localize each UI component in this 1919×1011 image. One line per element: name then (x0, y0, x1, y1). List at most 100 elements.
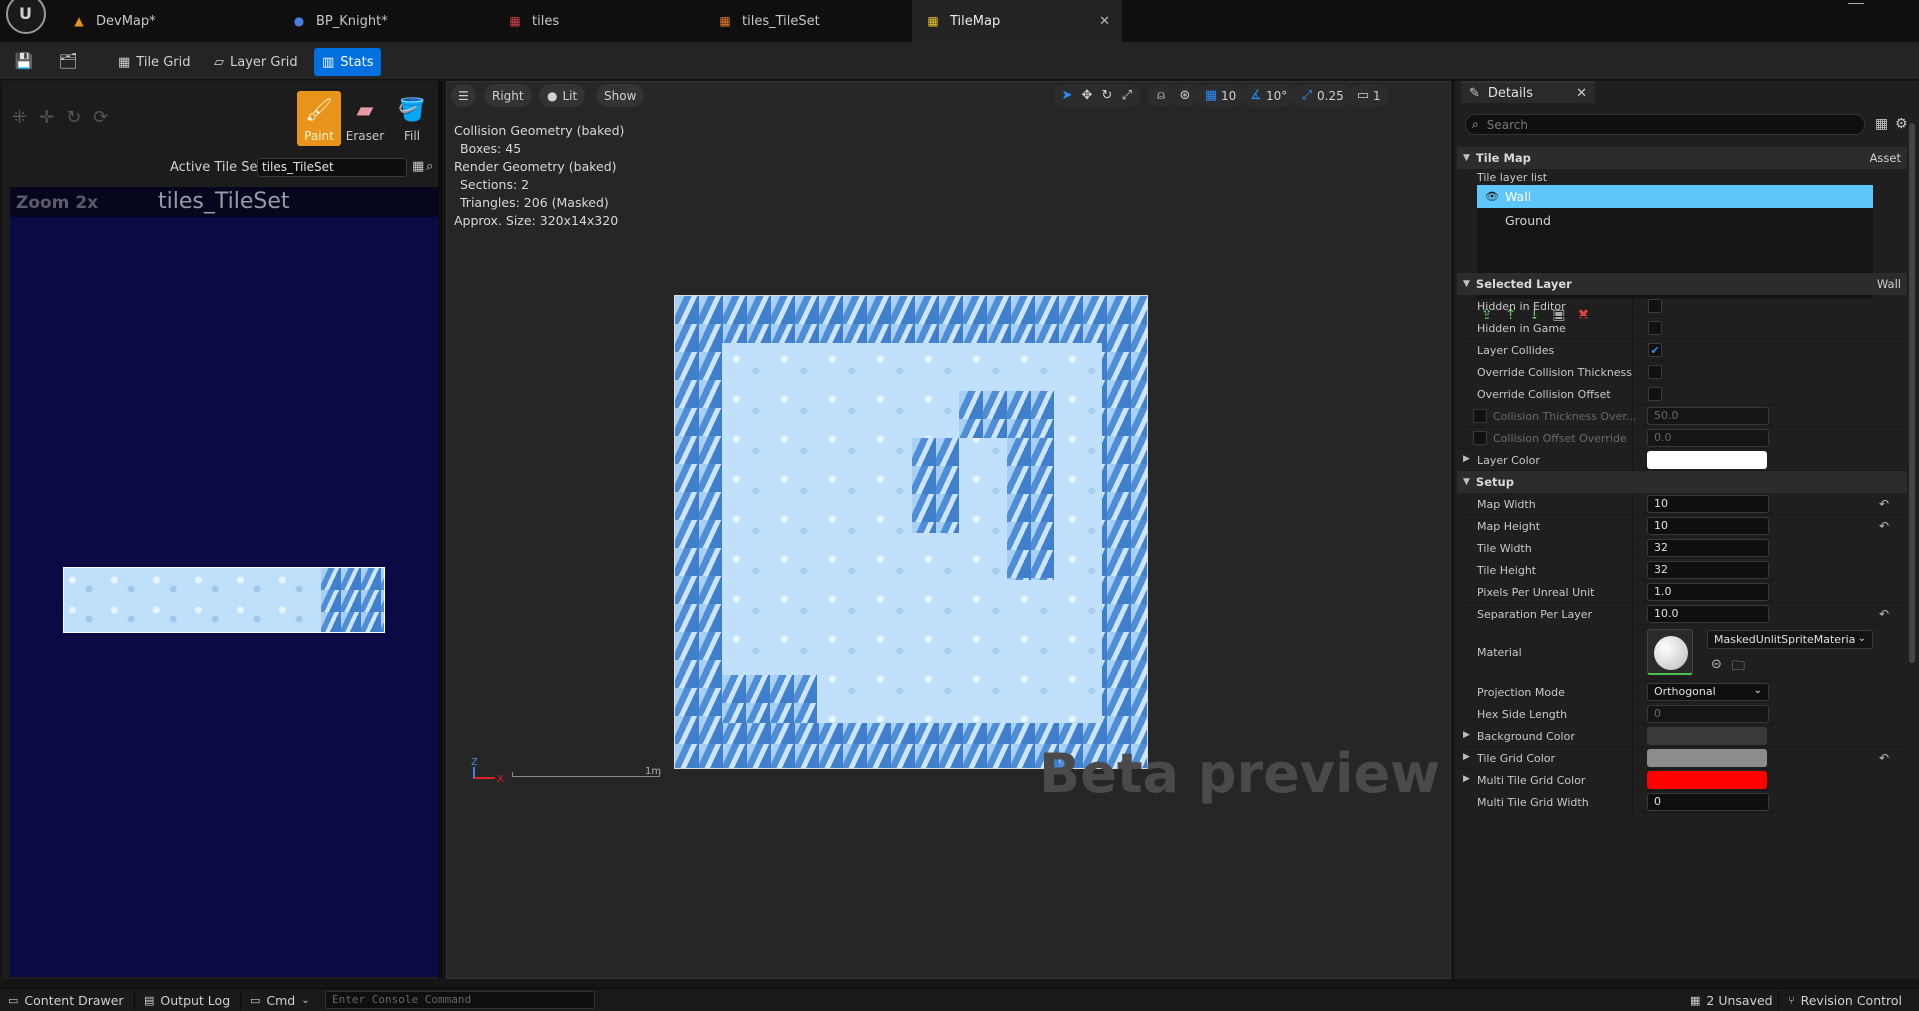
collision-offset-field[interactable]: 0.0 (1647, 429, 1769, 447)
reset-icon[interactable]: ↶ (1879, 751, 1889, 765)
reset-icon[interactable]: ↶ (1879, 519, 1889, 533)
browse-folder-icon[interactable]: 🗀 (1732, 657, 1745, 679)
revision-control-button[interactable]: ⑂ Revision Control (1788, 993, 1902, 1008)
multi-tile-grid-color-swatch[interactable] (1647, 771, 1767, 789)
floor-tile[interactable] (64, 568, 321, 632)
paint-tool-button[interactable]: 🖌 Paint (297, 91, 341, 146)
map-height-field[interactable]: 10 (1647, 517, 1769, 535)
wall-tile[interactable] (321, 568, 384, 632)
tab-bp-knight[interactable]: ● BP_Knight* (278, 0, 494, 42)
active-tile-set-field[interactable]: tiles_TileSet (257, 158, 407, 177)
layer-item-wall[interactable]: 👁 Wall (1477, 185, 1873, 208)
prop-tile-grid-color: ▶ Tile Grid Color ↶ (1457, 747, 1907, 769)
stats-button[interactable]: ▥ Stats (314, 48, 382, 76)
collision-offset-enable-checkbox[interactable] (1473, 431, 1487, 445)
expand-arrow-icon[interactable]: ▶ (1463, 752, 1470, 762)
expand-arrow-icon[interactable]: ▶ (1463, 454, 1470, 464)
background-color-swatch[interactable] (1647, 727, 1767, 745)
fill-tool-button[interactable]: 🪣 Fill (390, 91, 434, 146)
close-icon[interactable]: ✕ (1099, 14, 1110, 29)
select-icon[interactable]: ⁜ (12, 107, 27, 128)
collision-thickness-field[interactable]: 50.0 (1647, 407, 1769, 425)
selected-layer-section-header[interactable]: ▼ Selected Layer Wall (1457, 273, 1907, 295)
unsaved-button[interactable]: ▦ 2 Unsaved (1690, 993, 1773, 1008)
layer-color-swatch[interactable] (1647, 451, 1767, 469)
reset-icon[interactable]: ↶ (1879, 497, 1889, 511)
close-icon[interactable]: ✕ (1576, 86, 1587, 101)
tilemap-canvas[interactable] (674, 295, 1148, 769)
details-scrollbar[interactable] (1909, 123, 1915, 663)
eye-icon[interactable]: 👁 (1485, 190, 1499, 203)
eraser-label: Eraser (345, 129, 385, 143)
lighting-button[interactable]: ● Lit (539, 84, 586, 107)
show-button[interactable]: Show (596, 84, 645, 107)
grid-picker-icon[interactable]: ▦ (412, 159, 424, 174)
tab-tilemap[interactable]: ▦ TileMap ✕ (912, 0, 1122, 42)
output-log-button[interactable]: ▤ Output Log (144, 993, 230, 1008)
tab-tiles-tileset[interactable]: ▦ tiles_TileSet (704, 0, 914, 42)
tile-grid-color-swatch[interactable] (1647, 749, 1767, 767)
scale-snap-button[interactable]: ⤢ 0.25 (1293, 84, 1352, 107)
layer-grid-button[interactable]: ▱ Layer Grid (206, 48, 306, 76)
hidden-in-game-checkbox[interactable] (1648, 321, 1662, 335)
tileset-tiles[interactable] (63, 567, 385, 633)
gear-icon[interactable]: ⚙ (1895, 116, 1908, 132)
prop-collision-offset-override: Collision Offset Override 0.0 (1457, 427, 1907, 449)
layer-collides-checkbox[interactable]: ✔ (1648, 343, 1662, 357)
rotate-icon[interactable]: ↻ (66, 107, 81, 128)
drawer-icon: ▭ (8, 994, 19, 1007)
viewport-menu-button[interactable]: ☰ (451, 84, 476, 107)
separation-per-layer-field[interactable]: 10.0 (1647, 605, 1769, 623)
rotation-snap-button[interactable]: ∡ 10° (1242, 84, 1296, 107)
scale-icon[interactable]: ⤢ (1117, 88, 1137, 103)
multi-tile-grid-width-field[interactable]: 0 (1647, 793, 1769, 811)
grid-snap-button[interactable]: ▦ 10 (1197, 84, 1245, 107)
hidden-in-editor-checkbox[interactable] (1648, 299, 1662, 313)
tile-height-field[interactable]: 32 (1647, 561, 1769, 579)
world-local-button[interactable]: ⊛ (1171, 84, 1199, 107)
hex-side-length-field[interactable]: 0 (1647, 705, 1769, 723)
tab-tiles[interactable]: ▦ tiles (494, 0, 704, 42)
tilemap-viewport[interactable]: ☰ Right ● Lit Show ➤ ✥ ↻ ⤢ ⍝ ⊛ ▦ 10 ∡ 10… (446, 81, 1451, 979)
override-collision-thickness-checkbox[interactable] (1648, 365, 1662, 379)
map-width-field[interactable]: 10 (1647, 495, 1769, 513)
tab-devmap[interactable]: ▲ DevMap* (58, 0, 280, 42)
material-dropdown[interactable]: MaskedUnlitSpriteMateria ⌄ (1707, 630, 1873, 649)
override-collision-offset-checkbox[interactable] (1648, 387, 1662, 401)
search-icon[interactable]: ⌕ (426, 159, 433, 174)
expand-arrow-icon[interactable]: ▶ (1463, 774, 1470, 784)
cmd-dropdown[interactable]: ▭ Cmd ⌄ (250, 993, 310, 1008)
layer-item-ground[interactable]: Ground (1477, 209, 1873, 232)
view-mode-button[interactable]: Right (484, 84, 532, 107)
tab-label: TileMap (950, 13, 1001, 29)
prop-label: Map Height (1477, 520, 1541, 533)
material-thumbnail[interactable] (1647, 629, 1693, 675)
eraser-tool-button[interactable]: ▰ Eraser (343, 91, 387, 146)
use-selected-icon[interactable]: ⊝ (1711, 657, 1722, 679)
browse-asset-icon[interactable]: 🗂 (58, 51, 78, 71)
details-tab[interactable]: ✎ Details ✕ (1461, 81, 1595, 103)
content-drawer-button[interactable]: ▭ Content Drawer (8, 993, 124, 1008)
translate-icon[interactable]: ✥ (1077, 88, 1097, 103)
details-search-input[interactable]: ⌕ Search (1465, 114, 1865, 135)
minimize-icon[interactable] (1848, 0, 1864, 4)
console-command-input[interactable]: Enter Console Command (325, 991, 595, 1009)
tile-width-field[interactable]: 32 (1647, 539, 1769, 557)
tile-grid-button[interactable]: ▦ Tile Grid (110, 48, 198, 76)
move-icon[interactable]: ✛ (39, 107, 54, 128)
rotate-icon[interactable]: ↻ (1097, 88, 1117, 103)
table-view-icon[interactable]: ▦ (1875, 116, 1888, 132)
reset-icon[interactable]: ↶ (1879, 607, 1889, 621)
camera-speed-button[interactable]: ▭ 1 (1349, 84, 1389, 107)
setup-section-header[interactable]: ▼ Setup (1457, 471, 1907, 493)
tileset-viewport[interactable]: Zoom 2x tiles_TileSet (10, 187, 438, 977)
select-arrow-icon[interactable]: ➤ (1057, 88, 1077, 103)
unreal-logo-icon[interactable]: U (6, 0, 46, 34)
collision-thickness-enable-checkbox[interactable] (1473, 409, 1487, 423)
pixels-per-unit-field[interactable]: 1.0 (1647, 583, 1769, 601)
expand-arrow-icon[interactable]: ▶ (1463, 730, 1470, 740)
refresh-icon[interactable]: ⟳ (93, 107, 108, 128)
tile-map-section-header[interactable]: ▼ Tile Map Asset (1457, 147, 1907, 169)
projection-mode-dropdown[interactable]: Orthogonal ⌄ (1647, 683, 1769, 701)
save-icon[interactable]: 💾 (14, 51, 34, 71)
